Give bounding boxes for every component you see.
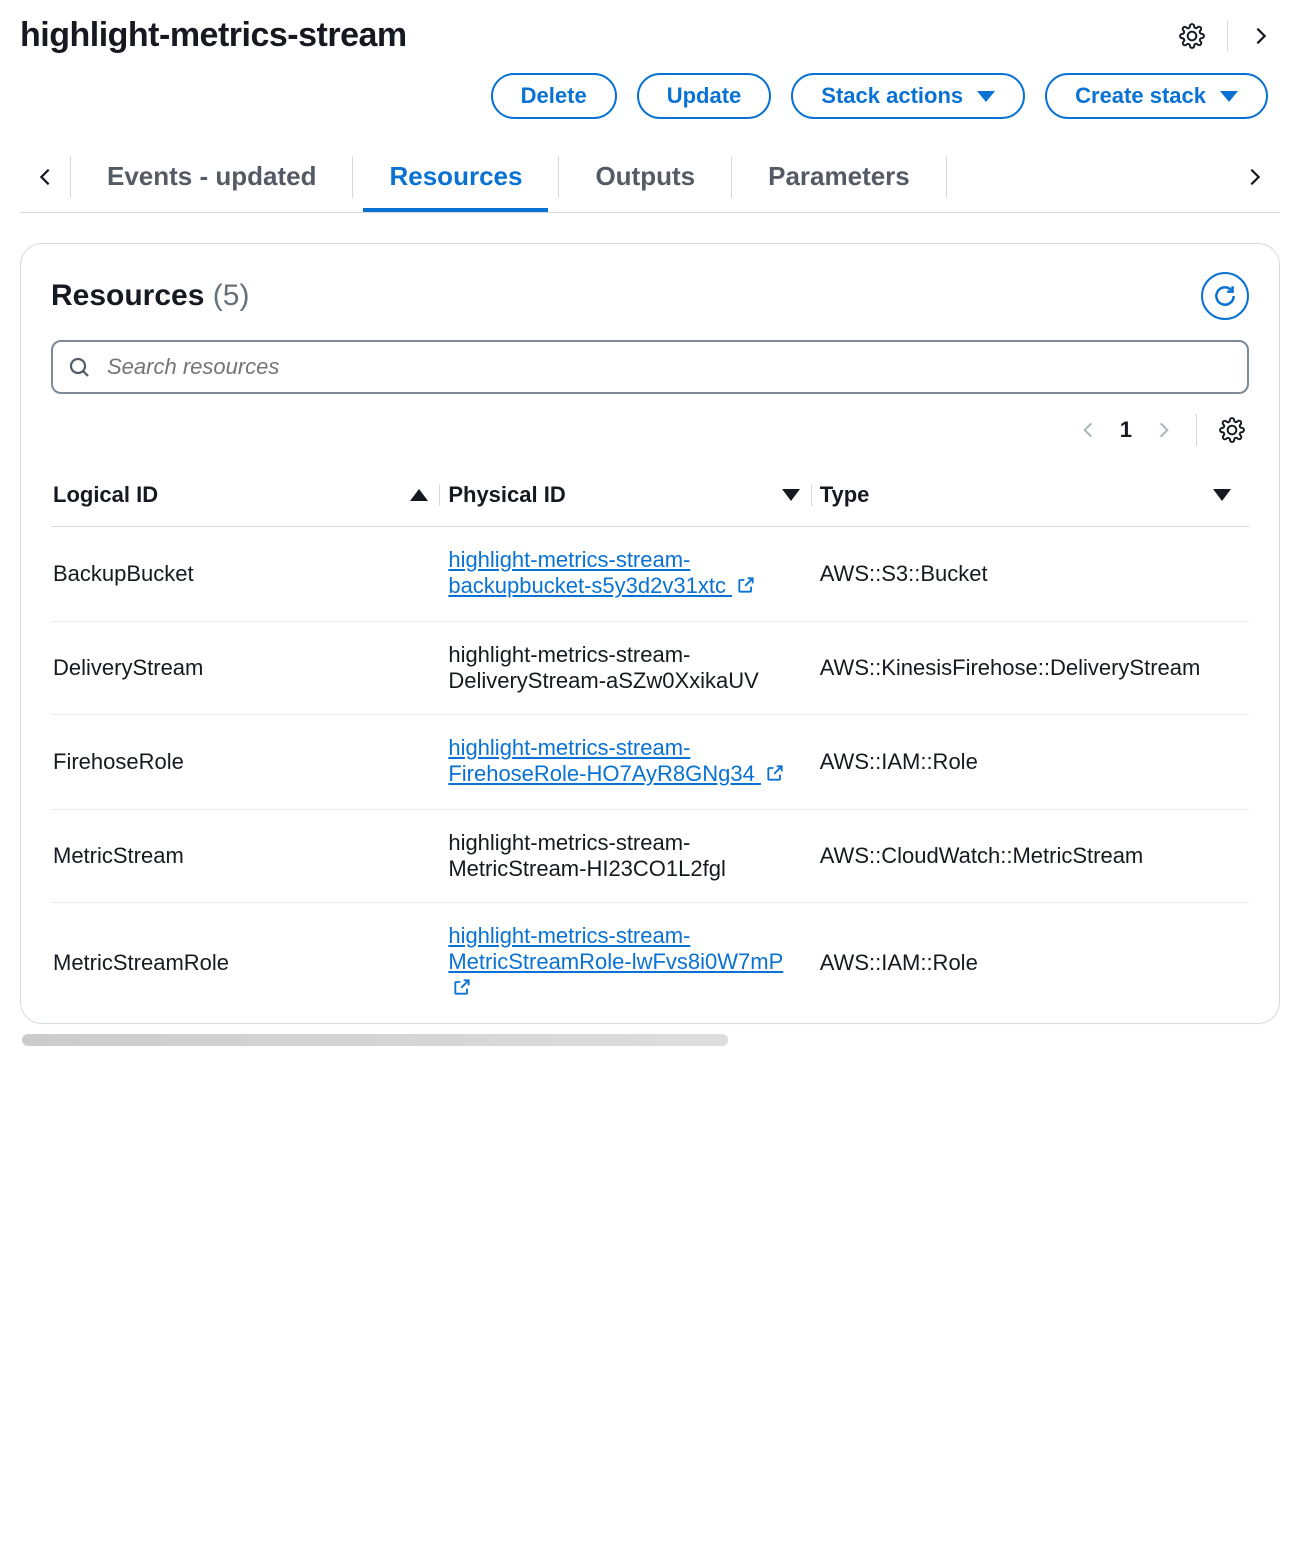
- caret-down-icon: [977, 91, 995, 102]
- table-row: BackupBuckethighlight-metrics-stream-bac…: [51, 527, 1249, 622]
- cell-physical-id: highlight-metrics-stream-MetricStream-HI…: [446, 810, 817, 903]
- panel-title: Resources (5): [51, 279, 249, 313]
- page-header: highlight-metrics-stream: [20, 16, 1280, 55]
- cell-physical-id: highlight-metrics-stream-FirehoseRole-HO…: [446, 715, 817, 810]
- sort-icon: [1213, 489, 1231, 501]
- update-button[interactable]: Update: [637, 73, 772, 119]
- settings-button[interactable]: [1179, 23, 1205, 49]
- search-input[interactable]: [105, 353, 1233, 381]
- create-stack-label: Create stack: [1075, 83, 1206, 109]
- physical-id-link[interactable]: highlight-metrics-stream-FirehoseRole-HO…: [448, 735, 785, 786]
- tab-outputs[interactable]: Outputs: [559, 141, 731, 212]
- stack-action-buttons: Delete Update Stack actions Create stack: [20, 73, 1280, 119]
- cell-logical-id: DeliveryStream: [51, 622, 446, 715]
- cell-type: AWS::KinesisFirehose::DeliveryStream: [818, 622, 1249, 715]
- cell-logical-id: FirehoseRole: [51, 715, 446, 810]
- refresh-icon: [1212, 283, 1238, 309]
- external-link-icon: [452, 977, 472, 1003]
- cell-logical-id: MetricStream: [51, 810, 446, 903]
- chevron-left-icon: [1078, 420, 1098, 440]
- tab-resources[interactable]: Resources: [353, 141, 558, 212]
- cell-type: AWS::S3::Bucket: [818, 527, 1249, 622]
- physical-id-link[interactable]: highlight-metrics-stream-backupbucket-s5…: [448, 547, 756, 598]
- col-logical-id[interactable]: Logical ID: [51, 468, 446, 527]
- cell-logical-id: BackupBucket: [51, 527, 446, 622]
- cell-physical-id: highlight-metrics-stream-backupbucket-s5…: [446, 527, 817, 622]
- header-actions: [1179, 20, 1272, 52]
- create-stack-button[interactable]: Create stack: [1045, 73, 1268, 119]
- search-icon: [67, 355, 91, 379]
- cell-type: AWS::IAM::Role: [818, 715, 1249, 810]
- sort-asc-icon: [410, 489, 428, 501]
- divider: [1227, 20, 1228, 52]
- chevron-right-icon: [1250, 25, 1272, 47]
- update-label: Update: [667, 83, 742, 109]
- horizontal-scrollbar[interactable]: [22, 1034, 728, 1046]
- resources-table: Logical ID Physical ID Type: [51, 468, 1249, 1023]
- cell-type: AWS::CloudWatch::MetricStream: [818, 810, 1249, 903]
- physical-id-link[interactable]: highlight-metrics-stream-MetricStreamRol…: [448, 923, 783, 1000]
- chevron-right-icon: [1154, 420, 1174, 440]
- stack-actions-label: Stack actions: [821, 83, 963, 109]
- sort-icon: [782, 489, 800, 501]
- tab-events[interactable]: Events - updated: [71, 141, 352, 212]
- tabs: Events - updated Resources Outputs Param…: [20, 141, 1280, 213]
- tab-parameters[interactable]: Parameters: [732, 141, 946, 212]
- search-box[interactable]: [51, 340, 1249, 394]
- table-row: MetricStreamRolehighlight-metrics-stream…: [51, 903, 1249, 1024]
- table-row: DeliveryStreamhighlight-metrics-stream-D…: [51, 622, 1249, 715]
- table-row: MetricStreamhighlight-metrics-stream-Met…: [51, 810, 1249, 903]
- stack-title: highlight-metrics-stream: [20, 16, 407, 55]
- pagination: 1: [51, 414, 1249, 446]
- external-link-icon: [765, 763, 785, 789]
- delete-label: Delete: [521, 83, 587, 109]
- page-number: 1: [1120, 417, 1132, 443]
- chevron-left-icon: [34, 166, 56, 188]
- tabs-scroll-right[interactable]: [1230, 141, 1280, 212]
- delete-button[interactable]: Delete: [491, 73, 617, 119]
- page-prev[interactable]: [1078, 420, 1098, 440]
- divider: [946, 156, 947, 198]
- gear-icon: [1219, 417, 1245, 443]
- col-type[interactable]: Type: [818, 468, 1249, 527]
- cell-physical-id: highlight-metrics-stream-MetricStreamRol…: [446, 903, 817, 1024]
- caret-down-icon: [1220, 91, 1238, 102]
- cell-physical-id: highlight-metrics-stream-DeliveryStream-…: [446, 622, 817, 715]
- cell-type: AWS::IAM::Role: [818, 903, 1249, 1024]
- refresh-button[interactable]: [1201, 272, 1249, 320]
- table-settings-button[interactable]: [1219, 417, 1245, 443]
- external-link-icon: [736, 575, 756, 601]
- page-next[interactable]: [1154, 420, 1174, 440]
- gear-icon: [1179, 23, 1205, 49]
- divider: [1196, 414, 1197, 446]
- cell-logical-id: MetricStreamRole: [51, 903, 446, 1024]
- stack-actions-button[interactable]: Stack actions: [791, 73, 1025, 119]
- panel-count: (5): [213, 279, 250, 312]
- col-physical-id[interactable]: Physical ID: [446, 468, 817, 527]
- table-row: FirehoseRolehighlight-metrics-stream-Fir…: [51, 715, 1249, 810]
- tabs-scroll-left[interactable]: [20, 141, 70, 212]
- resources-panel: Resources (5) 1 Logi: [20, 243, 1280, 1024]
- chevron-right-icon: [1244, 166, 1266, 188]
- expand-button[interactable]: [1250, 25, 1272, 47]
